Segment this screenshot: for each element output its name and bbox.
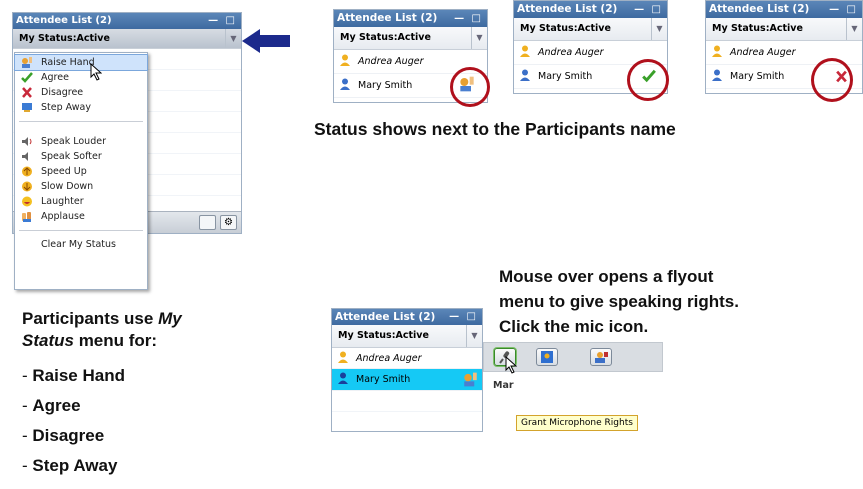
participant-user-icon (520, 69, 530, 81)
presenter-icon (595, 352, 608, 363)
my-status-dropdown[interactable]: My Status:Active ▼ (13, 29, 241, 49)
applause-icon (22, 212, 31, 222)
my-status-dropdown[interactable]: My Status:Active ▼ (514, 18, 667, 41)
attendee-row-presenter[interactable]: Andrea Auger (332, 348, 482, 369)
participants-use-caption: Participants use My Status menu for: (22, 309, 182, 350)
panel-title: Attendee List (2) (517, 3, 618, 15)
menu-separator (19, 121, 143, 122)
menu-item-speed-up[interactable]: Speed Up (15, 164, 147, 179)
my-status-label: My Status:Active (340, 32, 431, 43)
my-status-label: My Status:Active (712, 23, 803, 34)
speed-up-icon (22, 166, 32, 177)
speaker-soft-icon (22, 152, 28, 161)
window-controls[interactable]: — □ (829, 1, 858, 18)
mouse-cursor-icon (90, 63, 102, 81)
panel-title: Attendee List (2) (16, 15, 112, 26)
panel-title-bar: Attendee List (2) — □ (332, 309, 482, 325)
highlight-circle (627, 59, 669, 101)
menu-item-speak-louder[interactable]: Speak Louder (15, 134, 147, 149)
menu-item-applause[interactable]: Applause (15, 209, 147, 224)
step-away-icon (22, 103, 32, 112)
menu-item-step-away[interactable]: Step Away (15, 100, 147, 115)
bullet-item: - Disagree (22, 426, 105, 445)
menu-item-agree[interactable]: Agree (15, 70, 147, 85)
my-status-label: My Status:Active (19, 33, 110, 44)
raise-hand-icon (22, 57, 32, 68)
mouse-cursor-icon (505, 356, 517, 374)
pointer-arrow (242, 29, 290, 53)
my-status-menu: Raise Hand Agree Disagree Step Away Spea… (14, 52, 148, 290)
highlight-circle (811, 58, 853, 102)
bullet-item: - Agree (22, 396, 81, 415)
chevron-down-icon[interactable]: ▼ (471, 27, 487, 49)
status-shows-caption: Status shows next to the Participants na… (314, 119, 676, 139)
panel-title-bar: Attendee List (2) — □ (334, 10, 487, 27)
presenter-rights-button[interactable] (590, 348, 612, 366)
highlight-circle (450, 67, 490, 107)
user-card-icon (541, 351, 553, 363)
feature-bullet-list: - Raise Hand - Agree - Disagree - Step A… (22, 365, 125, 477)
attendee-list-panel-flyout: Attendee List (2) — □ My Status:Active ▼… (331, 308, 483, 432)
laughter-icon (22, 196, 32, 207)
panel-title: Attendee List (2) (337, 12, 438, 24)
presenter-user-icon (340, 54, 350, 66)
gear-icon[interactable]: ⚙ (220, 215, 237, 230)
menu-item-laughter[interactable]: Laughter (15, 194, 147, 209)
menu-item-speak-softer[interactable]: Speak Softer (15, 149, 147, 164)
window-controls[interactable]: — □ (208, 13, 237, 29)
my-status-dropdown[interactable]: My Status:Active ▼ (334, 27, 487, 50)
my-status-label: My Status:Active (520, 23, 611, 34)
presenter-user-icon (338, 351, 348, 363)
menu-item-slow-down[interactable]: Slow Down (15, 179, 147, 194)
participant-user-icon (340, 78, 350, 90)
menu-item-raise-hand[interactable]: Raise Hand (14, 54, 148, 71)
presenter-user-icon (520, 45, 530, 57)
grant-mic-tooltip: Grant Microphone Rights (516, 415, 638, 431)
bullet-item: - Step Away (22, 456, 118, 475)
slow-down-icon (22, 181, 32, 192)
chevron-down-icon[interactable]: ▼ (651, 18, 667, 40)
chevron-down-icon[interactable]: ▼ (225, 29, 241, 48)
participant-user-icon (338, 372, 348, 384)
chevron-down-icon[interactable]: ▼ (466, 325, 482, 347)
panel-title: Attendee List (2) (335, 311, 436, 323)
raise-hand-status-icon (464, 372, 477, 387)
speaker-loud-icon (22, 137, 32, 146)
attendee-rows-area (332, 391, 482, 431)
grid-view-icon[interactable] (199, 215, 216, 230)
my-status-dropdown[interactable]: My Status:Active ▼ (706, 18, 862, 41)
attendee-row-participant-selected[interactable]: Mary Smith (332, 369, 482, 391)
bullet-item: - Raise Hand (22, 366, 125, 385)
window-controls[interactable]: — □ (454, 10, 483, 27)
my-status-dropdown[interactable]: My Status:Active ▼ (332, 325, 482, 348)
checkmark-icon (21, 72, 33, 83)
presenter-user-icon (712, 45, 722, 57)
my-status-label: My Status:Active (338, 330, 429, 341)
panel-title-bar: Attendee List (2) — □ (706, 1, 862, 18)
participant-user-icon (712, 69, 722, 81)
window-controls[interactable]: — □ (449, 309, 478, 325)
menu-item-disagree[interactable]: Disagree (15, 85, 147, 100)
mouse-over-caption: Mouse over opens a flyout menu to give s… (499, 267, 739, 336)
menu-item-clear-status[interactable]: Clear My Status (15, 237, 147, 252)
user-action-button[interactable] (536, 348, 558, 366)
chevron-down-icon[interactable]: ▼ (846, 18, 862, 40)
panel-title-bar: Attendee List (2) — □ (514, 1, 667, 18)
panel-title-bar: Attendee List (2) — □ (13, 13, 241, 29)
participant-name-partial: Mar (493, 380, 514, 391)
panel-title: Attendee List (2) (709, 3, 810, 15)
window-controls[interactable]: — □ (634, 1, 663, 18)
x-mark-icon (22, 87, 32, 98)
menu-separator (19, 230, 143, 231)
